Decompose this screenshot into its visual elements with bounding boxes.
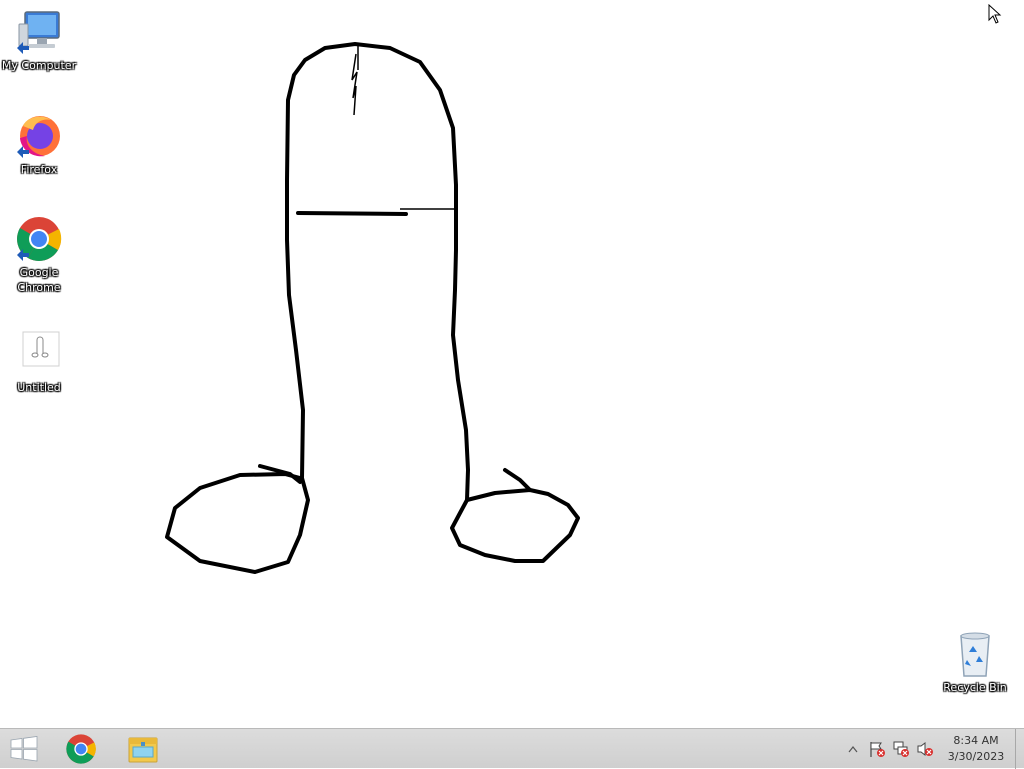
clock-date: 3/30/2023	[947, 750, 1005, 763]
recycle-bin-icon	[960, 632, 990, 677]
taskbar-chrome-button[interactable]	[56, 729, 106, 769]
network-icon[interactable]	[892, 740, 910, 758]
desktop-icon-label: My Computer	[1, 59, 77, 72]
taskbar-file-explorer-button[interactable]	[118, 729, 168, 769]
mouse-cursor-icon	[988, 4, 1002, 24]
clock-time: 8:34 AM	[953, 734, 999, 747]
wallpaper-drawing	[165, 42, 580, 574]
firefox-icon	[17, 116, 60, 158]
desktop-icon-my-computer[interactable]: My Computer	[0, 8, 78, 73]
desktop-icon-label: Untitled	[17, 381, 61, 394]
show-desktop-button[interactable]	[1015, 729, 1024, 769]
computer-icon	[17, 11, 60, 54]
desktop-icon-google-chrome[interactable]: Google Chrome	[0, 215, 78, 295]
windows-logo-icon	[10, 736, 38, 762]
paint-file-icon	[22, 331, 60, 367]
show-hidden-icons-icon[interactable]	[844, 740, 862, 758]
action-center-flag-icon[interactable]	[868, 740, 886, 758]
desktop-icon-label: Recycle Bin	[943, 681, 1007, 694]
desktop-icon-label: Google Chrome	[17, 266, 61, 294]
chrome-icon	[66, 734, 96, 764]
desktop[interactable]: My Computer Firefox Google Chrome Untitl…	[0, 0, 1024, 728]
desktop-icon-label: Firefox	[20, 163, 58, 176]
taskbar: 8:34 AM 3/30/2023	[0, 728, 1024, 769]
start-button[interactable]	[0, 729, 48, 769]
volume-muted-icon[interactable]	[916, 740, 934, 758]
taskbar-clock[interactable]: 8:34 AM 3/30/2023	[941, 733, 1011, 765]
desktop-icon-recycle-bin[interactable]: Recycle Bin	[936, 630, 1014, 695]
desktop-icon-firefox[interactable]: Firefox	[0, 112, 78, 177]
desktop-icon-untitled[interactable]: Untitled	[0, 330, 78, 395]
system-tray: 8:34 AM 3/30/2023	[841, 729, 1024, 769]
folder-icon	[128, 737, 158, 763]
chrome-icon	[17, 217, 62, 261]
